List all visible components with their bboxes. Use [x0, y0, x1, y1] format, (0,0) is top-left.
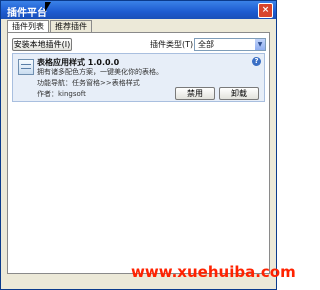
install-local-plugin-button[interactable]: 安装本地插件(I) [12, 38, 72, 51]
tab-strip: 插件列表 推荐插件 [7, 20, 93, 33]
chevron-down-icon[interactable]: ▼ [255, 39, 265, 50]
plugin-type-label: 插件类型(T): [150, 40, 196, 49]
window-title: 插件平台 [7, 8, 47, 19]
plugin-description: 拥有诸多配色方案，一键美化你的表格。 [37, 68, 163, 76]
disable-button[interactable]: 禁用 [175, 87, 215, 100]
title-bar[interactable]: 插件平台 × [1, 1, 276, 19]
plugin-author: 作者：kingsoft [37, 90, 86, 98]
plugin-platform-window: 插件平台 × 插件列表 推荐插件 安装本地插件(I) 插件类型(T): 全部 ▼… [0, 0, 277, 290]
close-button[interactable]: × [258, 3, 273, 18]
help-icon[interactable]: ? [252, 57, 261, 66]
plugin-type-select[interactable]: 全部 ▼ [194, 38, 266, 51]
plugin-navigation: 功能导航：任务窗格>>表格样式 [37, 79, 140, 87]
plugin-type-value: 全部 [198, 40, 214, 49]
mouse-cursor-icon [45, 2, 51, 12]
uninstall-button[interactable]: 卸载 [219, 87, 259, 100]
plugin-list-panel: 安装本地插件(I) 插件类型(T): 全部 ▼ 表格应用样式 1.0.0.0 拥… [7, 32, 270, 274]
site-watermark: www.xuehuiba.com [131, 263, 296, 281]
plugin-card[interactable]: 表格应用样式 1.0.0.0 拥有诸多配色方案，一键美化你的表格。 功能导航：任… [12, 53, 265, 102]
tab-recommended-plugins[interactable]: 推荐插件 [50, 20, 92, 32]
table-style-icon [18, 59, 34, 75]
